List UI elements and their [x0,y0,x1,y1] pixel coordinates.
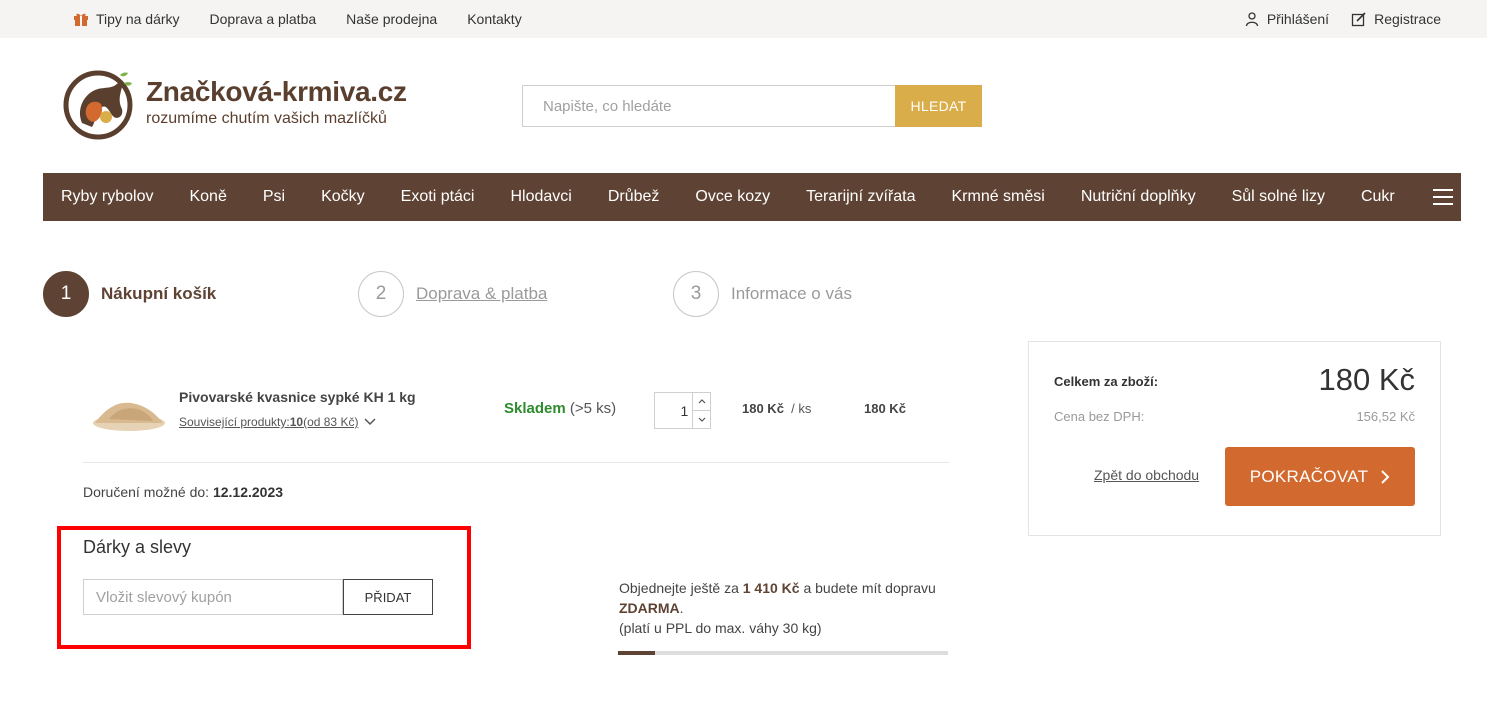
nav-item-terrarium[interactable]: Terarijní zvířata [806,188,915,206]
related-count: 10 [289,415,304,429]
search-bar: HLEDAT [522,85,982,127]
nav-item-horses[interactable]: Koně [189,188,226,206]
nav-item-supplements[interactable]: Nutriční doplňky [1081,188,1196,206]
free-shipping-end: . [679,600,684,616]
nav-item-cats[interactable]: Kočky [321,188,365,206]
top-links: Tipy na dárky Doprava a platba Naše prod… [73,0,552,38]
gift-icon [73,11,89,27]
total-price: 180 Kč [1318,362,1415,397]
step-label: Informace o vás [731,284,852,303]
gifts-title: Dárky a slevy [83,537,192,557]
free-shipping-progress [618,651,948,655]
login-label: Přihlášení [1266,11,1330,27]
coupon-form: PŘIDAT [83,579,433,615]
quantity-value[interactable]: 1 [655,393,692,428]
nav-item-salt-licks[interactable]: Sůl solné lizy [1232,188,1325,206]
related-products-link[interactable]: Související produkty: 10 (od 83 Kč) [179,415,376,429]
coupon-input[interactable] [83,579,343,615]
step-label[interactable]: Doprava & platba [416,284,547,304]
item-total-price: 180 Kč [864,401,906,416]
stock-qty: (>5 ks) [569,400,617,417]
quantity-stepper[interactable]: 1 [654,392,711,429]
chevron-down-icon [364,418,376,426]
top-link-shipping-payment[interactable]: Doprava a platba [210,11,317,27]
edit-icon [1351,11,1367,27]
step-info: 3 Informace o vás [673,271,852,317]
total-label: Celkem za zboží: [1054,374,1159,389]
logo-tagline: rozumíme chutím vašich mazlíčků [146,110,387,127]
top-link-label: Tipy na dárky [96,11,180,27]
nav-item-dogs[interactable]: Psi [263,188,285,206]
unit-price-value: 180 Kč [742,401,784,416]
register-link[interactable]: Registrace [1351,11,1441,27]
nav-item-fish[interactable]: Ryby rybolov [61,188,153,206]
free-shipping-free: ZDARMA [619,600,680,616]
free-shipping-amount: 1 410 Kč [742,580,800,596]
nav-item-feed-mixes[interactable]: Krmné směsi [951,188,1044,206]
nav-item-sugar[interactable]: Cukr [1361,188,1395,206]
step-number: 2 [358,271,404,317]
step-label: Nákupní košík [101,284,217,303]
quantity-arrows [692,393,710,428]
category-nav: Ryby rybolov Koně Psi Kočky Exoti ptáci … [43,173,1461,221]
continue-label: POKRAČOVAT [1249,466,1369,486]
delivery-info: Doručení možné do: 12.12.2023 [83,484,283,500]
account-links: Přihlášení Registrace [1222,0,1441,38]
stock-status: Skladem (>5 ks) [504,400,616,417]
free-shipping-prefix: Objednejte ještě za [619,580,743,596]
logo-mark-icon [62,65,134,141]
site-logo[interactable]: Značková-krmiva.cz rozumíme chutím vašic… [62,64,422,142]
free-shipping-info: Objednejte ještě za 1 410 Kč a budete mí… [619,578,949,638]
stock-label: Skladem [504,400,566,417]
delivery-date: 12.12.2023 [212,484,284,500]
related-prefix: Související produkty: [179,415,290,429]
step-shipping-payment[interactable]: 2 Doprava & platba [358,271,547,317]
top-link-store[interactable]: Naše prodejna [346,11,437,27]
search-button[interactable]: HLEDAT [895,85,982,127]
cart-item-row: Pivovarské kvasnice sypké KH 1 kg Souvis… [83,375,949,463]
quantity-decrease-button[interactable] [693,410,710,428]
top-link-gift-tips[interactable]: Tipy na dárky [73,11,180,27]
checkout-steps: 1 Nákupní košík 2 Doprava & platba 3 Inf… [43,271,943,317]
search-input[interactable] [522,85,895,127]
chevron-down-icon [698,417,706,422]
add-coupon-button[interactable]: PŘIDAT [343,579,433,615]
login-link[interactable]: Přihlášení [1244,11,1329,27]
top-bar: Tipy na dárky Doprava a platba Naše prod… [0,0,1487,38]
related-suffix: (od 83 Kč) [303,415,359,429]
nav-item-sheep-goats[interactable]: Ovce kozy [695,188,770,206]
free-shipping-middle: a budete mít dopravu [799,580,936,596]
user-icon [1244,11,1260,27]
product-name[interactable]: Pivovarské kvasnice sypké KH 1 kg [179,389,416,405]
chevron-up-icon [698,399,706,404]
back-to-shop-link[interactable]: Zpět do obchodu [1094,467,1199,483]
delivery-label: Doručení možné do: [83,484,210,500]
free-shipping-progress-fill [618,651,656,655]
logo-name: Značková-krmiva.cz [146,76,407,107]
continue-button[interactable]: POKRAČOVAT [1225,447,1415,506]
unit-price: 180 Kč / ks [742,401,811,416]
nav-item-poultry[interactable]: Drůbež [608,188,660,206]
net-price-label: Cena bez DPH: [1054,409,1145,424]
step-cart: 1 Nákupní košík [43,271,216,317]
order-summary: Celkem za zboží: 180 Kč Cena bez DPH: 15… [1028,341,1441,536]
net-price: 156,52 Kč [1356,409,1415,424]
quantity-increase-button[interactable] [693,393,710,410]
register-label: Registrace [1374,11,1441,27]
top-link-contacts[interactable]: Kontakty [467,11,521,27]
logo-text: Značková-krmiva.cz rozumíme chutím vašic… [146,77,407,129]
product-image[interactable] [91,389,167,433]
step-number: 3 [673,271,719,317]
nav-item-exotic-birds[interactable]: Exoti ptáci [401,188,475,206]
step-number: 1 [43,271,89,317]
unit-suffix: / ks [791,401,812,416]
menu-icon[interactable] [1433,189,1453,205]
nav-item-rodents[interactable]: Hlodavci [510,188,571,206]
free-shipping-note: (platí u PPL do max. váhy 30 kg) [619,620,822,636]
chevron-right-icon [1381,469,1390,484]
